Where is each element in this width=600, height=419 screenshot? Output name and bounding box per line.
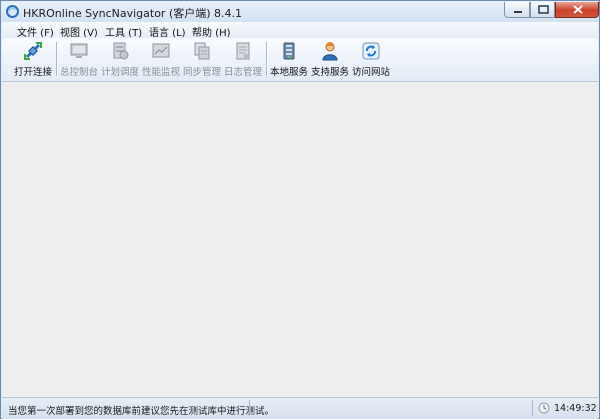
support-service-button[interactable]: 支持服务	[310, 38, 350, 80]
local-service-label: 本地服务	[269, 67, 308, 78]
open-connection-button[interactable]: 打开连接	[13, 38, 53, 80]
performance-label: 性能监视	[141, 67, 180, 78]
sync-documents-icon	[194, 42, 210, 60]
menu-help[interactable]: 帮助 (H)	[192, 24, 231, 39]
maximize-icon	[538, 5, 549, 14]
status-divider	[249, 400, 250, 416]
close-button[interactable]	[555, 2, 599, 18]
server-icon	[283, 42, 295, 60]
log-manage-label: 日志管理	[223, 67, 262, 78]
visit-website-label: 访问网站	[351, 67, 390, 78]
window-title: HKROnline SyncNavigator (客户端) 8.4.1	[23, 7, 243, 20]
minimize-icon	[514, 11, 522, 13]
toolbar-separator	[266, 42, 267, 76]
status-message: 当您第一次部署到您的数据库前建议您先在测试库中进行测试。	[8, 406, 275, 417]
app-window: HKROnline SyncNavigator (客户端) 8.4.1 文件 (…	[0, 0, 600, 419]
calendar-icon	[113, 42, 129, 60]
performance-button[interactable]: 性能监视	[141, 38, 181, 80]
menu-file[interactable]: 文件 (F)	[17, 24, 54, 39]
sync-manage-label: 同步管理	[182, 67, 221, 78]
chart-icon	[152, 43, 170, 58]
open-connection-label: 打开连接	[13, 67, 52, 78]
menu-view[interactable]: 视图 (V)	[60, 24, 98, 39]
menu-tools[interactable]: 工具 (T)	[105, 24, 142, 39]
toolbar-separator	[56, 42, 57, 76]
schedule-button[interactable]: 计划调度	[100, 38, 140, 80]
main-workspace	[2, 82, 598, 397]
menu-language[interactable]: 语言 (L)	[149, 24, 186, 39]
support-person-icon	[322, 42, 338, 61]
maximize-button[interactable]	[530, 2, 555, 18]
plug-arrows-icon	[24, 42, 42, 60]
schedule-label: 计划调度	[100, 67, 139, 78]
clock-icon	[538, 402, 550, 414]
title-bar[interactable]: HKROnline SyncNavigator (客户端) 8.4.1	[1, 1, 599, 22]
console-label: 总控制台	[59, 67, 98, 78]
local-service-button[interactable]: 本地服务	[269, 38, 309, 80]
log-manage-button[interactable]: 日志管理	[223, 38, 263, 80]
refresh-globe-icon	[362, 42, 380, 60]
app-logo-icon	[6, 5, 19, 18]
status-bar: 当您第一次部署到您的数据库前建议您先在测试库中进行测试。 14:49:32	[2, 397, 598, 419]
status-divider	[532, 400, 533, 416]
minimize-button[interactable]	[504, 2, 530, 18]
console-button[interactable]: 总控制台	[59, 38, 99, 80]
toolbar: 打开连接 总控制台 计划调度 性能监视 同步管理 日志管理 本地服务 支持服务 …	[2, 38, 598, 82]
visit-website-button[interactable]: 访问网站	[351, 38, 391, 80]
status-time: 14:49:32	[554, 403, 597, 414]
sync-manage-button[interactable]: 同步管理	[182, 38, 222, 80]
support-service-label: 支持服务	[310, 67, 349, 78]
monitor-icon	[70, 43, 88, 58]
close-icon	[573, 5, 583, 14]
log-file-icon	[236, 42, 250, 60]
menu-bar: 文件 (F) 视图 (V) 工具 (T) 语言 (L) 帮助 (H)	[2, 22, 598, 39]
